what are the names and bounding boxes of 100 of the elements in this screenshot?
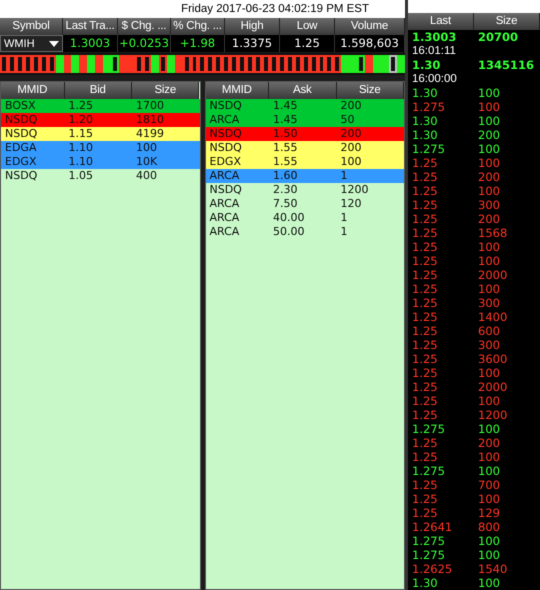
trade-size: 800 <box>478 521 500 534</box>
table-cell-text: BOSX <box>4 99 37 113</box>
trade-price: 1.2641 <box>412 521 452 534</box>
trade-size: 1568 <box>478 227 508 240</box>
trade-price: 1.25 <box>412 507 438 520</box>
symbol-dropdown[interactable]: WMIH <box>0 35 63 52</box>
trade-size: 100 <box>478 367 500 380</box>
trade-size: 100 <box>478 87 500 100</box>
trade-size: 129 <box>478 507 500 520</box>
table-cell-text: 1.10 <box>68 155 94 169</box>
trade-price: 1.25 <box>412 213 438 226</box>
trade-price: 1.25 <box>412 493 438 506</box>
table-cell-text: 1700 <box>135 99 165 113</box>
table-cell-text: 1.45 <box>272 99 299 113</box>
table-cell-text: NSDQ <box>208 99 243 113</box>
column-header[interactable]: High <box>225 18 280 35</box>
trade-size: 100 <box>478 157 500 170</box>
trade-price: 1.25 <box>412 339 438 352</box>
table-cell-text: 200 <box>340 141 362 155</box>
trade-price: 1.30 <box>412 87 438 100</box>
trade-size: 700 <box>478 479 500 492</box>
trade-price: 1.25 <box>412 241 438 254</box>
column-header[interactable]: Volume <box>335 18 405 35</box>
trade-size: 200 <box>478 213 500 226</box>
trade-price: 1.25 <box>412 171 438 184</box>
trade-size: 100 <box>478 549 500 562</box>
trade-size: 100 <box>478 465 500 478</box>
table-cell-text: 1 <box>340 169 348 183</box>
trade-size: 100 <box>478 451 500 464</box>
table-cell-text: 1 <box>340 225 348 239</box>
trade-size: 100 <box>478 577 500 590</box>
quote-value: +1.98 <box>180 37 216 50</box>
column-header[interactable]: Low <box>280 18 335 35</box>
trade-size: 100 <box>478 535 500 548</box>
trade-size: 600 <box>478 325 500 338</box>
trade-price: 1.25 <box>412 409 438 422</box>
column-header[interactable]: Size <box>474 13 540 30</box>
trade-size: 100 <box>478 185 500 198</box>
trade-price: 1.30 <box>412 115 438 128</box>
table-cell-text: 4199 <box>135 127 165 141</box>
quote-value: 1.3375 <box>232 37 272 50</box>
column-header[interactable]: Ask <box>269 82 336 99</box>
quote-value: 1.25 <box>294 37 320 50</box>
table-cell-text: 1.15 <box>68 127 94 141</box>
timestamp: 16:01:11 <box>411 44 457 58</box>
trade-size: 2000 <box>478 269 508 282</box>
table-cell-text: 1 <box>340 211 348 225</box>
trade-size: 1345116 <box>478 59 534 72</box>
timestamp: 16:00:00 <box>411 72 458 86</box>
trade-price: 1.275 <box>412 535 445 548</box>
table-cell-text: EDGX <box>4 155 38 169</box>
trade-price: 1.25 <box>412 479 438 492</box>
table-cell-text: NSDQ <box>208 183 243 197</box>
trade-price: 1.30 <box>412 129 438 142</box>
column-header[interactable]: Bid <box>64 82 132 99</box>
table-cell-text: NSDQ <box>4 113 38 127</box>
column-header[interactable]: % Chg. ... <box>171 18 225 35</box>
table-cell-text: 1200 <box>340 183 370 197</box>
trade-price: 1.25 <box>412 325 438 338</box>
table-cell-text: ARCA <box>208 113 240 127</box>
table-cell-text: 1.45 <box>272 113 299 127</box>
table-cell-text: 120 <box>340 197 362 211</box>
column-header[interactable]: MMID <box>206 82 270 99</box>
trade-size: 2000 <box>478 381 508 394</box>
table-cell-text: NSDQ <box>208 127 243 141</box>
trade-size: 100 <box>478 115 500 128</box>
trade-price: 1.25 <box>412 395 438 408</box>
column-header[interactable]: Symbol <box>0 18 63 35</box>
column-header[interactable]: Size <box>336 82 404 99</box>
table-cell-text: 1.55 <box>272 155 299 169</box>
trade-price: 1.2625 <box>412 563 452 576</box>
table-cell-text: 1.05 <box>68 169 94 183</box>
column-header[interactable]: MMID <box>1 82 65 99</box>
trade-size: 300 <box>478 297 500 310</box>
trade-price: 1.25 <box>412 381 438 394</box>
trade-price: 1.25 <box>412 437 438 450</box>
column-header[interactable]: $ Chg. ... <box>118 18 171 35</box>
trade-price: 1.25 <box>412 269 438 282</box>
trade-size: 100 <box>478 255 500 268</box>
trade-price: 1.275 <box>412 423 445 436</box>
trade-size: 100 <box>478 241 500 254</box>
trade-size: 100 <box>478 423 500 436</box>
table-cell-text: 1.50 <box>272 127 299 141</box>
table-cell-text: NSDQ <box>208 141 243 155</box>
trade-size: 200 <box>478 437 500 450</box>
trade-price: 1.275 <box>412 101 445 114</box>
trade-price: 1.25 <box>412 353 438 366</box>
table-cell-text: 2.30 <box>272 183 299 197</box>
trade-size: 20700 <box>478 31 518 44</box>
trade-size: 1400 <box>478 311 508 324</box>
trade-price: 1.275 <box>412 465 445 478</box>
column-header[interactable]: Size <box>132 82 200 99</box>
table-cell-text: 1.60 <box>272 169 299 183</box>
table-cell-text: ARCA <box>208 169 240 183</box>
table-cell-text: 400 <box>135 169 158 183</box>
trade-price: 1.25 <box>412 451 438 464</box>
trade-price: 1.3003 <box>412 31 456 44</box>
column-header[interactable]: Last <box>408 13 474 30</box>
table-cell-text: 1.55 <box>272 141 299 155</box>
column-header[interactable]: Last Tra... <box>63 18 118 35</box>
